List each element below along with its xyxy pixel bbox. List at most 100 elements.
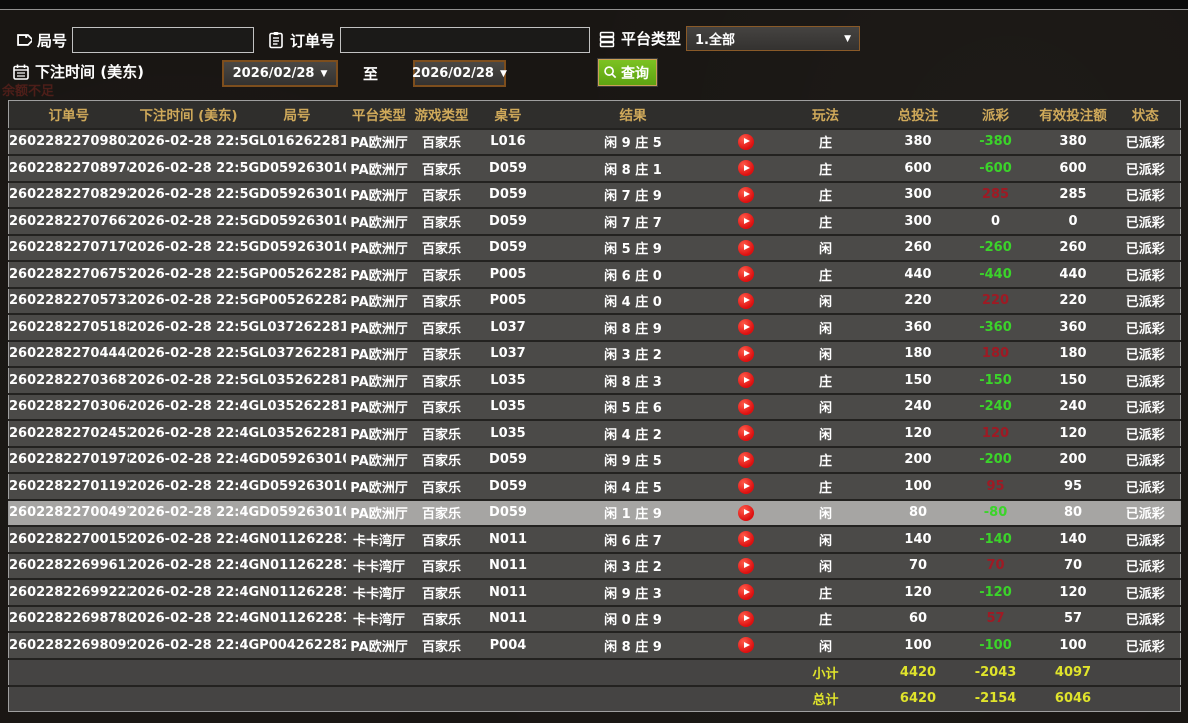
platform-cell: PA欧洲厅: [346, 155, 413, 182]
table-row[interactable]: 2602282270717032026-02-28 22:54:26GD0592…: [9, 235, 1181, 262]
time-cell: 2026-02-28 22:49:55: [129, 394, 249, 421]
status-cell: 已派彩: [1111, 500, 1181, 527]
play-icon[interactable]: [738, 372, 754, 388]
play-icon[interactable]: [738, 452, 754, 468]
bet-cell: 600: [881, 155, 956, 182]
result-play-cell: [721, 606, 771, 633]
table-row[interactable]: 2602282270444602026-02-28 22:51:29GL0372…: [9, 341, 1181, 368]
table-no-cell: P005: [471, 261, 546, 288]
column-header-11: 有效投注额: [1036, 101, 1111, 129]
table-no-cell: N011: [471, 579, 546, 606]
table-row[interactable]: 2602282270829202026-02-28 22:55:38GD0592…: [9, 182, 1181, 209]
play-icon[interactable]: [738, 266, 754, 282]
date-from-value: 2026/02/28: [233, 66, 315, 81]
play-cell: 庄: [771, 606, 881, 633]
play-icon[interactable]: [738, 160, 754, 176]
table-row[interactable]: 2602282270049782026-02-28 22:47:04GD0592…: [9, 500, 1181, 527]
table-row[interactable]: 2602282270518862026-02-28 22:52:18GL0372…: [9, 314, 1181, 341]
table-row[interactable]: 2602282270980312026-02-28 22:57:19GL0162…: [9, 129, 1181, 156]
play-cell: 庄: [771, 182, 881, 209]
play-icon[interactable]: [738, 637, 754, 653]
game-no-filter: 局号: [14, 27, 254, 53]
column-header-2: 局号: [249, 101, 346, 129]
play-icon[interactable]: [738, 399, 754, 415]
game-cell: 百家乐: [413, 500, 471, 527]
play-icon[interactable]: [738, 134, 754, 150]
table-row[interactable]: 2602282270573232026-02-28 22:52:53GP0052…: [9, 288, 1181, 315]
play-cell: 闲: [771, 553, 881, 580]
payout-cell: -260: [956, 235, 1036, 262]
time-cell: 2026-02-28 22:46:44: [129, 526, 249, 553]
order-cell: 260228226987800: [9, 606, 129, 633]
column-header-1: 下注时间 (美东): [129, 101, 249, 129]
game-cell: 百家乐: [413, 182, 471, 209]
play-icon[interactable]: [738, 558, 754, 574]
table-row[interactable]: 2602282269961122026-02-28 22:46:09GN0112…: [9, 553, 1181, 580]
play-cell: 闲: [771, 632, 881, 659]
play-icon[interactable]: [738, 611, 754, 627]
platform-cell: 卡卡湾厅: [346, 526, 413, 553]
empty-cell: [413, 659, 471, 686]
round-cell: GD0592630106J: [249, 208, 346, 235]
empty-cell: [546, 686, 721, 712]
play-icon[interactable]: [738, 319, 754, 335]
round-cell: GD05926301068: [249, 500, 346, 527]
result-play-cell: [721, 129, 771, 156]
platform-cell: 卡卡湾厅: [346, 553, 413, 580]
table-row[interactable]: 2602282269809942026-02-28 22:44:31GP0042…: [9, 632, 1181, 659]
platform-cell: PA欧洲厅: [346, 632, 413, 659]
play-icon[interactable]: [738, 187, 754, 203]
time-cell: 2026-02-28 22:50:39: [129, 367, 249, 394]
bet-cell: 120: [881, 420, 956, 447]
status-cell: 已派彩: [1111, 367, 1181, 394]
order-no-input[interactable]: [340, 27, 590, 53]
play-icon[interactable]: [738, 346, 754, 362]
total-valid: 6046: [1036, 686, 1111, 712]
table-row[interactable]: 2602282270897422026-02-28 22:56:25GD0592…: [9, 155, 1181, 182]
round-cell: GL016262281D5: [249, 129, 346, 156]
date-from-picker[interactable]: 2026/02/28 ▼: [222, 60, 338, 87]
status-cell: 已派彩: [1111, 208, 1181, 235]
result-play-cell: [721, 314, 771, 341]
play-icon[interactable]: [738, 213, 754, 229]
table-row[interactable]: 2602282269922262026-02-28 22:45:41GN0112…: [9, 579, 1181, 606]
round-cell: GD0592630106I: [249, 235, 346, 262]
result-cell: 闲 1 庄 9: [546, 500, 721, 527]
query-button[interactable]: 查询: [598, 59, 657, 86]
play-icon[interactable]: [738, 478, 754, 494]
table-row[interactable]: 2602282270306432026-02-28 22:49:55GL0352…: [9, 394, 1181, 421]
table-row[interactable]: 2602282270766762026-02-28 22:54:57GD0592…: [9, 208, 1181, 235]
result-cell: 闲 8 庄 9: [546, 632, 721, 659]
chevron-down-icon: ▼: [844, 34, 851, 44]
table-row[interactable]: 2602282270245242026-02-28 22:49:14GL0352…: [9, 420, 1181, 447]
round-cell: GL035262281CF: [249, 420, 346, 447]
table-row[interactable]: 2602282270119282026-02-28 22:47:51GD0592…: [9, 473, 1181, 500]
table-no-cell: L037: [471, 341, 546, 368]
round-cell: GN011262281Z1: [249, 579, 346, 606]
game-no-input[interactable]: [72, 27, 254, 53]
play-icon[interactable]: [738, 293, 754, 309]
round-cell: GN011262281Z0: [249, 606, 346, 633]
time-cell: 2026-02-28 22:49:14: [129, 420, 249, 447]
platform-select[interactable]: 1.全部 ▼: [686, 26, 860, 51]
play-icon[interactable]: [738, 505, 754, 521]
play-icon[interactable]: [738, 584, 754, 600]
table-row[interactable]: 2602282270675732026-02-28 22:53:57GP0052…: [9, 261, 1181, 288]
column-header-5: 桌号: [471, 101, 546, 129]
empty-cell: [249, 659, 346, 686]
play-icon[interactable]: [738, 425, 754, 441]
table-row[interactable]: 2602282270197802026-02-28 22:48:43GD0592…: [9, 447, 1181, 474]
table-row[interactable]: 2602282270368792026-02-28 22:50:39GL0352…: [9, 367, 1181, 394]
table-row[interactable]: 2602282269878002026-02-28 22:45:17GN0112…: [9, 606, 1181, 633]
subtotal-valid: 4097: [1036, 659, 1111, 686]
result-play-cell: [721, 394, 771, 421]
play-icon[interactable]: [738, 531, 754, 547]
date-to-picker[interactable]: 2026/02/28 ▼: [413, 60, 506, 87]
play-icon[interactable]: [738, 240, 754, 256]
status-cell: 已派彩: [1111, 632, 1181, 659]
payout-cell: -100: [956, 632, 1036, 659]
table-row[interactable]: 2602282270015902026-02-28 22:46:44GN0112…: [9, 526, 1181, 553]
payout-cell: 220: [956, 288, 1036, 315]
subtotal-row: 小计4420-20434097: [9, 659, 1181, 686]
bet-time-filter: 下注时间 (美东): [12, 61, 144, 82]
